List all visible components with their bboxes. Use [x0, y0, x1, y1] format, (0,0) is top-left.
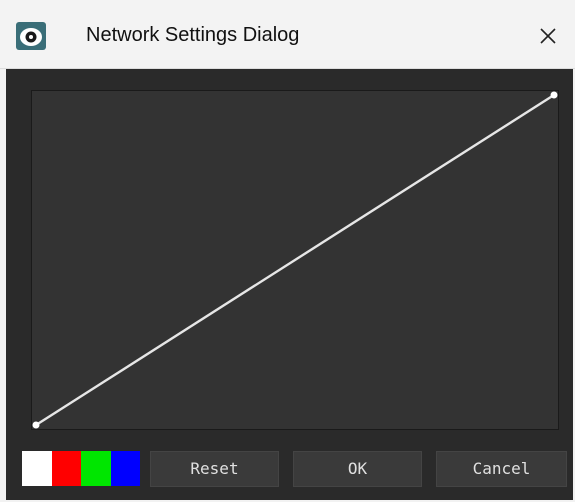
curve-editor[interactable] [31, 90, 559, 430]
tone-curve-line[interactable] [35, 93, 555, 427]
title-bar[interactable]: Network Settings Dialog [0, 0, 575, 69]
eye-logo-icon [16, 22, 46, 50]
network-settings-dialog: Network Settings Dialog Reset OK Cancel [0, 0, 575, 502]
reset-button[interactable]: Reset [150, 451, 279, 487]
channel-swatch-green[interactable] [81, 451, 111, 486]
channel-swatch-white[interactable] [22, 451, 52, 486]
dialog-title: Network Settings Dialog [86, 24, 300, 46]
curve-control-point-0[interactable] [32, 421, 40, 429]
curve-control-point-1[interactable] [550, 91, 558, 99]
channel-selector[interactable] [22, 451, 140, 486]
close-icon [540, 28, 556, 44]
ok-button[interactable]: OK [293, 451, 422, 487]
close-button[interactable] [528, 16, 568, 56]
cancel-button[interactable]: Cancel [436, 451, 567, 487]
channel-swatch-blue[interactable] [110, 451, 140, 486]
channel-swatch-red[interactable] [51, 451, 81, 486]
curve-canvas[interactable] [32, 91, 558, 429]
